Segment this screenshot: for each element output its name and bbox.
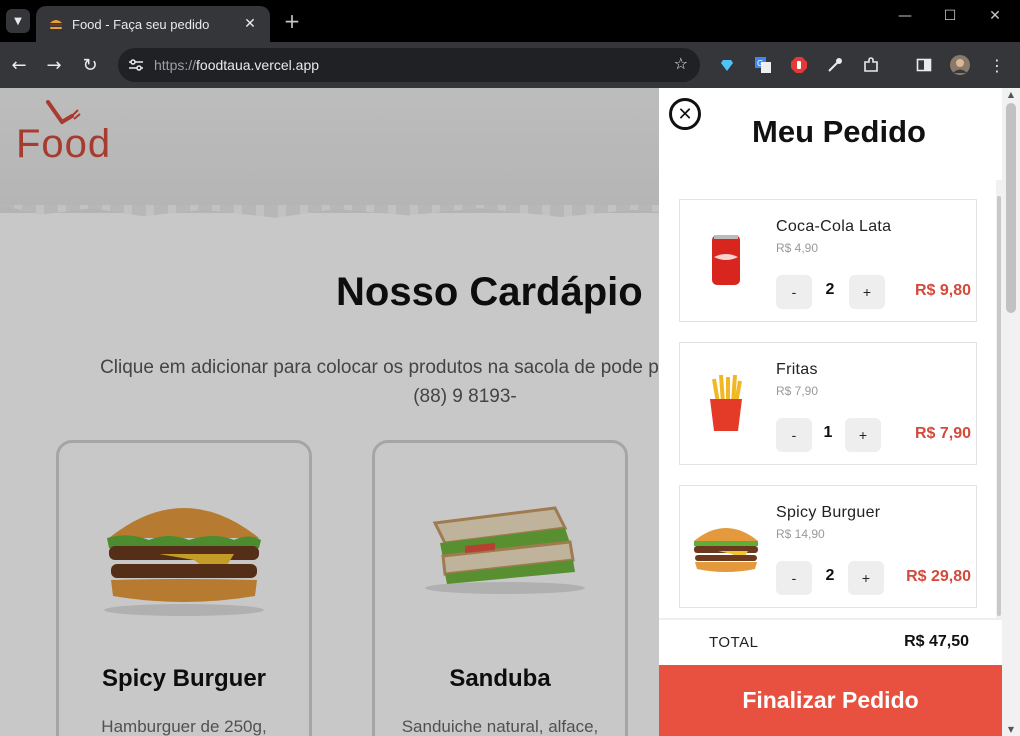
site-settings-icon[interactable] <box>124 53 148 77</box>
new-tab-button[interactable]: + <box>280 9 304 33</box>
tab-search-button[interactable]: ▼ <box>6 9 30 33</box>
page-scroll-thumb[interactable] <box>1006 103 1016 313</box>
coca-cola-can-image <box>688 220 764 300</box>
eyedropper-extension-icon[interactable] <box>824 54 846 76</box>
item-qty: 2 <box>825 567 835 584</box>
item-qty: 2 <box>825 281 835 298</box>
stop-hand-extension-icon[interactable] <box>788 54 810 76</box>
close-window-button[interactable]: ✕ <box>980 8 1010 24</box>
bookmark-star-icon[interactable]: ☆ <box>674 54 688 73</box>
burger-favicon-icon <box>48 16 64 32</box>
side-panel-icon[interactable] <box>913 54 935 76</box>
total-value: R$ 47,50 <box>904 633 969 650</box>
increase-qty-button[interactable]: + <box>848 561 884 595</box>
cart-scroll-thumb[interactable] <box>997 196 1001 616</box>
page-scrollbar[interactable]: ▲ ▼ <box>1002 88 1020 736</box>
back-arrow-icon[interactable]: ← <box>6 52 32 78</box>
maximize-button[interactable]: ☐ <box>935 8 965 24</box>
item-unit-price: R$ 14,90 <box>776 527 825 541</box>
burger-thumbnail-image <box>688 506 764 586</box>
cart-item: Spicy Burguer R$ 14,90 - 2 + R$ 29,80 <box>679 485 977 608</box>
increase-qty-button[interactable]: + <box>845 418 881 452</box>
tab-title: Food - Faça seu pedido <box>72 16 210 32</box>
decrease-qty-button[interactable]: - <box>776 418 812 452</box>
extensions-puzzle-icon[interactable] <box>860 54 882 76</box>
checkout-button[interactable]: Finalizar Pedido <box>659 665 1002 736</box>
profile-avatar[interactable] <box>949 54 971 76</box>
total-label: TOTAL <box>709 634 759 651</box>
tab-bar: ▼ Food - Faça seu pedido ✕ + — ☐ ✕ <box>0 0 1020 42</box>
tab-close-icon[interactable]: ✕ <box>242 16 258 32</box>
item-subtotal: R$ 29,80 <box>906 568 971 585</box>
scroll-down-arrow-icon[interactable]: ▼ <box>1002 725 1020 734</box>
cart-item: Coca-Cola Lata R$ 4,90 - 2 + R$ 9,80 <box>679 199 977 322</box>
cart-title: Meu Pedido <box>752 114 926 149</box>
cart-item: Fritas R$ 7,90 - 1 + R$ 7,90 <box>679 342 977 465</box>
modal-backdrop[interactable] <box>0 88 660 736</box>
item-name: Fritas <box>776 361 818 378</box>
item-unit-price: R$ 7,90 <box>776 384 819 398</box>
item-subtotal: R$ 9,80 <box>914 282 971 299</box>
url-text: https://foodtaua.vercel.app <box>154 57 319 73</box>
svg-text:G: G <box>757 59 763 68</box>
increase-qty-button[interactable]: + <box>849 275 885 309</box>
minimize-button[interactable]: — <box>890 8 920 24</box>
cart-sidebar: ✕ Meu Pedido Coca-Cola Lata R$ 4,90 - 2 … <box>659 88 1002 736</box>
url-host: foodtaua.vercel.app <box>196 57 320 73</box>
diamond-extension-icon[interactable] <box>716 54 738 76</box>
item-subtotal: R$ 7,90 <box>914 425 971 442</box>
total-row: TOTAL R$ 47,50 <box>659 618 1002 665</box>
decrease-qty-button[interactable]: - <box>776 275 812 309</box>
decrease-qty-button[interactable]: - <box>776 561 812 595</box>
url-scheme: https:// <box>154 57 197 73</box>
browser-menu-icon[interactable]: ⋮ <box>986 54 1008 76</box>
item-name: Spicy Burguer <box>776 504 881 521</box>
forward-arrow-icon[interactable]: → <box>41 52 67 78</box>
browser-toolbar: ← → ↻ https://foodtaua.vercel.app ☆ G ⋮ <box>0 42 1020 88</box>
item-name: Coca-Cola Lata <box>776 218 892 235</box>
fries-image <box>688 363 764 443</box>
reload-icon[interactable]: ↻ <box>77 52 103 78</box>
translate-extension-icon[interactable]: G <box>752 54 774 76</box>
scroll-up-arrow-icon[interactable]: ▲ <box>1002 90 1020 99</box>
item-unit-price: R$ 4,90 <box>776 241 819 255</box>
active-tab[interactable]: Food - Faça seu pedido ✕ <box>36 6 270 42</box>
page-viewport: Food Nosso Cardápio Clique em adicionar … <box>0 88 1020 736</box>
item-qty: 1 <box>823 424 833 441</box>
address-bar[interactable]: https://foodtaua.vercel.app ☆ <box>118 48 700 82</box>
